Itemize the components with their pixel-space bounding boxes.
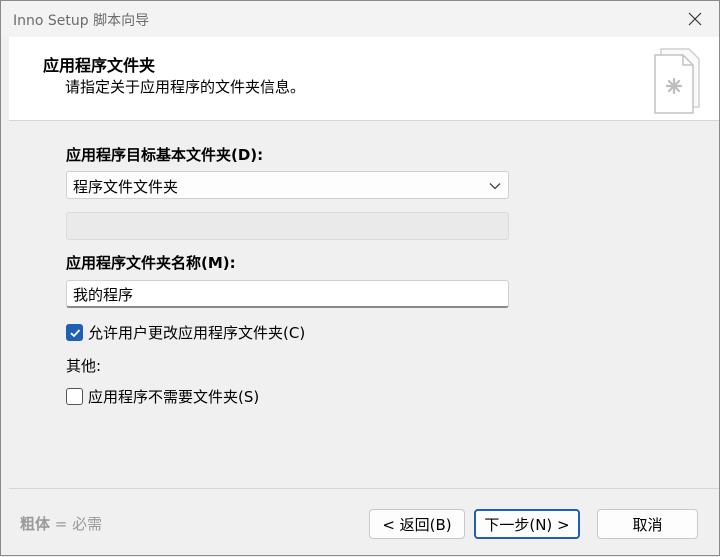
- folder-name-label: 应用程序文件夹名称(M):: [66, 254, 236, 272]
- close-icon: [688, 12, 702, 26]
- no-folder-label: 应用程序不需要文件夹(S): [88, 388, 260, 406]
- close-button[interactable]: [681, 5, 709, 33]
- wizard-header: 应用程序文件夹 请指定关于应用程序的文件夹信息。: [9, 37, 719, 121]
- page-title: 应用程序文件夹: [43, 56, 156, 75]
- legend-bold-text: 粗体: [20, 515, 51, 533]
- no-folder-checkbox-row[interactable]: 应用程序不需要文件夹(S): [66, 386, 259, 407]
- page-subtitle: 请指定关于应用程序的文件夹信息。: [65, 78, 306, 96]
- next-button[interactable]: 下一步(N) >: [474, 509, 580, 539]
- folder-name-input[interactable]: 我的程序: [66, 280, 509, 308]
- allow-change-label: 允许用户更改应用程序文件夹(C): [88, 324, 306, 342]
- base-folder-select[interactable]: 程序文件文件夹: [66, 171, 509, 199]
- chevron-down-icon: [489, 183, 501, 190]
- no-folder-checkbox[interactable]: [66, 388, 83, 405]
- other-label: 其他:: [66, 357, 102, 375]
- title-bar: Inno Setup 脚本向导: [1, 1, 719, 37]
- back-button[interactable]: < 返回(B): [369, 509, 465, 539]
- custom-base-folder-field: [66, 212, 509, 240]
- allow-change-checkbox[interactable]: [66, 324, 83, 341]
- legend-rest-text: = 必需: [50, 515, 103, 533]
- wizard-content: 应用程序目标基本文件夹(D): 程序文件文件夹 应用程序文件夹名称(M): 我的…: [9, 122, 719, 482]
- document-icon: [654, 48, 700, 114]
- wizard-footer: 粗体 = 必需 < 返回(B) 下一步(N) > 取消: [9, 489, 719, 557]
- allow-change-checkbox-row[interactable]: 允许用户更改应用程序文件夹(C): [66, 322, 305, 343]
- cancel-button[interactable]: 取消: [597, 509, 698, 539]
- base-folder-selected-value: 程序文件文件夹: [73, 178, 179, 196]
- wizard-window: Inno Setup 脚本向导 应用程序文件夹 请指定关于应用程序的文件夹信息。…: [0, 0, 720, 556]
- required-legend: 粗体 = 必需: [20, 513, 102, 534]
- checkmark-icon: [69, 328, 80, 337]
- base-folder-label: 应用程序目标基本文件夹(D):: [66, 146, 264, 164]
- window-title: Inno Setup 脚本向导: [13, 13, 150, 29]
